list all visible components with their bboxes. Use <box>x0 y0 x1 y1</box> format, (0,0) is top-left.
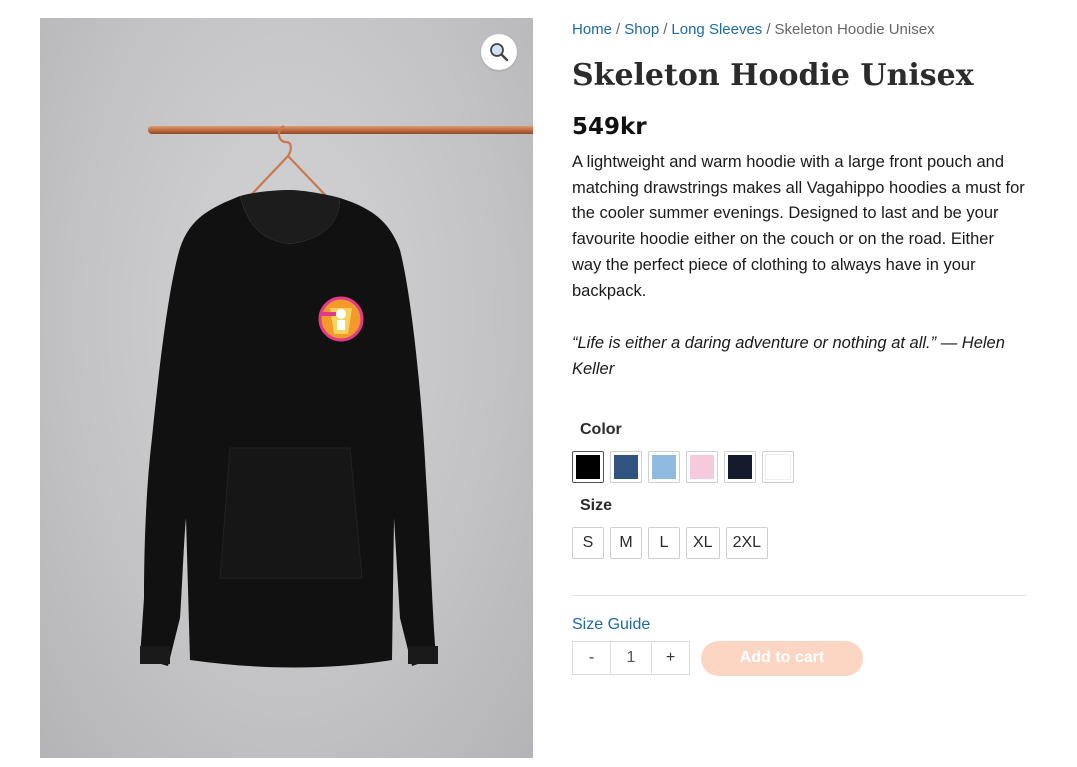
quantity-plus-button[interactable]: + <box>651 641 690 676</box>
quantity-minus-button[interactable]: - <box>572 641 611 676</box>
breadcrumb-separator: / <box>766 21 771 38</box>
color-swatch[interactable] <box>686 450 718 483</box>
quantity-input[interactable] <box>611 641 651 676</box>
breadcrumb-shop[interactable]: Shop <box>624 21 659 38</box>
size-guide-link[interactable]: Size Guide <box>572 613 650 637</box>
size-option-xl[interactable]: XL <box>686 526 720 559</box>
product-gallery <box>40 18 533 758</box>
skeleton-badge-icon <box>318 296 364 342</box>
color-label: Color <box>580 420 622 438</box>
color-swatch[interactable] <box>762 450 794 483</box>
product-quote: “Life is either a daring adventure or no… <box>572 334 1005 378</box>
color-swatch[interactable] <box>610 450 642 483</box>
color-swatch-fill <box>690 454 714 479</box>
quantity-stepper: - + <box>572 641 690 676</box>
divider <box>572 594 1026 596</box>
color-swatch[interactable] <box>572 450 604 483</box>
product-summary: Home / Shop / Long Sleeves / Skeleton Hoodie U… <box>572 18 1026 676</box>
size-options: S M L XL 2XL <box>572 526 1026 559</box>
size-label: Size <box>580 496 613 514</box>
product-description: A lightweight and warm hoodie with a lar… <box>572 153 1025 300</box>
color-swatch-fill <box>728 454 752 479</box>
color-swatch[interactable] <box>724 450 756 483</box>
color-attribute: Color <box>572 419 1026 483</box>
size-option-l[interactable]: L <box>648 526 680 559</box>
add-to-cart-form: - + Add to cart <box>572 640 1026 676</box>
color-swatch-fill <box>614 454 638 479</box>
color-swatch-fill <box>576 454 600 479</box>
product-price: 549kr <box>572 114 647 140</box>
breadcrumb-current: Skeleton Hoodie Unisex <box>774 21 935 38</box>
size-option-s[interactable]: S <box>572 526 604 559</box>
size-attribute: Size S M L XL 2XL <box>572 495 1026 559</box>
zoom-button[interactable] <box>481 34 517 70</box>
magnifier-icon <box>490 43 509 62</box>
breadcrumb-category[interactable]: Long Sleeves <box>671 21 762 38</box>
color-swatches <box>572 450 1026 483</box>
breadcrumb-separator: / <box>663 21 668 38</box>
breadcrumb: Home / Shop / Long Sleeves / Skeleton Hoodie U… <box>572 18 1026 42</box>
breadcrumb-home[interactable]: Home <box>572 21 612 38</box>
color-swatch-fill <box>765 453 791 480</box>
product-title: Skeleton Hoodie Unisex <box>572 58 974 93</box>
breadcrumb-separator: / <box>616 21 621 38</box>
add-to-cart-button[interactable]: Add to cart <box>701 640 863 676</box>
product-image[interactable] <box>40 18 533 758</box>
color-swatch[interactable] <box>648 450 680 483</box>
color-swatch-fill <box>652 454 676 479</box>
size-option-2xl[interactable]: 2XL <box>725 526 769 559</box>
size-option-m[interactable]: M <box>610 526 642 559</box>
